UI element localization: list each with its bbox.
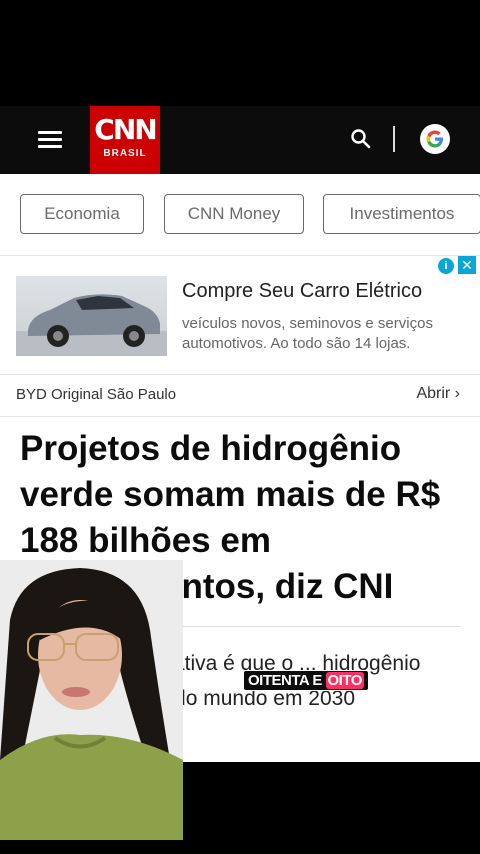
ad-open-button[interactable]: Abrir › — [416, 385, 460, 403]
site-header: CNN BRASIL — [0, 106, 480, 174]
logo-main-text: CNN — [94, 113, 157, 146]
google-account-icon[interactable] — [420, 124, 450, 154]
caption-text: OITENTA E — [248, 672, 326, 689]
ad-footer: BYD Original São Paulo Abrir › — [0, 374, 480, 417]
ad-description: veículos novos, seminovos e serviços aut… — [182, 315, 433, 352]
video-caption: OITENTA E OITO — [243, 670, 369, 691]
section-nav: Economia CNN Money Investimentos — [20, 194, 480, 234]
ad-sponsor: BYD Original São Paulo — [16, 386, 177, 403]
pill-economia[interactable]: Economia — [20, 194, 144, 234]
logo-sub-text: BRASIL — [103, 148, 147, 159]
cnn-brasil-logo[interactable]: CNN BRASIL — [90, 106, 160, 174]
pill-cnn-money[interactable]: CNN Money — [164, 194, 304, 234]
caption-highlight: OITO — [325, 672, 364, 689]
close-icon[interactable]: ✕ — [458, 256, 476, 274]
menu-icon[interactable] — [38, 131, 62, 149]
presenter-video-overlay — [0, 560, 183, 840]
pill-investimentos[interactable]: Investimentos — [323, 194, 480, 234]
car-image[interactable] — [16, 276, 167, 356]
advertisement[interactable]: i ✕ Compre Seu Carro Elétrico veículos n… — [0, 255, 480, 417]
search-icon[interactable] — [350, 128, 372, 150]
ad-title[interactable]: Compre Seu Carro Elétrico — [182, 280, 422, 303]
ad-open-label[interactable]: Abrir — [416, 385, 450, 402]
top-black-bar — [0, 0, 480, 106]
header-divider — [393, 126, 395, 152]
info-icon[interactable]: i — [438, 258, 454, 274]
chevron-right-icon: › — [454, 385, 460, 402]
